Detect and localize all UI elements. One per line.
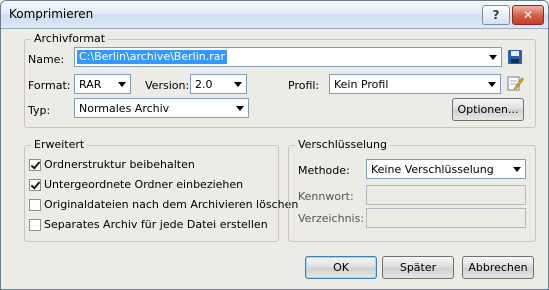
format-value: RAR (79, 78, 102, 91)
include-subfolders-checkbox[interactable] (29, 179, 41, 191)
directory-input[interactable] (366, 208, 526, 228)
close-button[interactable]: ✕ (512, 5, 544, 25)
edit-profile-icon[interactable] (506, 74, 524, 92)
delete-originals-checkbox[interactable] (29, 199, 41, 211)
keep-folder-structure-checkbox[interactable] (29, 159, 41, 171)
compress-dialog: Komprimieren ? ✕ Archivformat Name: C:\B… (0, 0, 549, 290)
encryption-method-select[interactable]: Keine Verschlüsselung (366, 159, 526, 179)
include-subfolders-label[interactable]: Untergeordnete Ordner einbeziehen (44, 178, 243, 191)
archive-name-combo[interactable]: C:\Berlin\archive\Berlin.rar (74, 47, 502, 67)
chevron-down-icon[interactable] (488, 82, 496, 87)
encryption-title: Verschlüsselung (295, 138, 390, 151)
chevron-down-icon[interactable] (513, 167, 521, 172)
ok-button[interactable]: OK (305, 256, 377, 279)
version-select[interactable]: 2.0 (190, 74, 247, 94)
version-value: 2.0 (195, 78, 213, 91)
archive-name-input[interactable]: C:\Berlin\archive\Berlin.rar (77, 50, 228, 64)
archive-format-title: Archivformat (31, 32, 109, 45)
format-label: Format: (28, 79, 71, 92)
profile-value: Kein Profil (334, 78, 389, 91)
profile-select[interactable]: Kein Profil (329, 74, 501, 94)
chevron-down-icon[interactable] (118, 82, 126, 87)
delete-originals-label[interactable]: Originaldateien nach dem Archivieren lös… (44, 198, 298, 211)
password-label: Kennwort: (298, 190, 354, 203)
help-button[interactable]: ? (482, 5, 510, 25)
keep-folder-structure-label[interactable]: Ordnerstruktur beibehalten (44, 158, 195, 171)
chevron-down-icon[interactable] (234, 82, 242, 87)
separate-archive-checkbox[interactable] (29, 219, 41, 231)
profile-label: Profil: (288, 79, 320, 92)
help-icon: ? (492, 8, 500, 22)
close-icon: ✕ (522, 8, 534, 22)
method-label: Methode: (298, 164, 350, 177)
separate-archive-label[interactable]: Separates Archiv für jede Datei erstelle… (44, 218, 268, 231)
chevron-down-icon[interactable] (236, 106, 244, 111)
window-title: Komprimieren (9, 7, 94, 21)
password-input[interactable] (366, 185, 526, 205)
encryption-method-value: Keine Verschlüsselung (371, 163, 494, 176)
options-button[interactable]: Optionen... (452, 98, 524, 121)
type-value: Normales Archiv (79, 102, 170, 115)
advanced-title: Erweitert (31, 138, 88, 151)
name-label: Name: (28, 53, 65, 66)
title-bar[interactable]: Komprimieren ? ✕ (1, 1, 548, 29)
type-label: Typ: (28, 104, 51, 117)
directory-label: Verzeichnis: (298, 212, 365, 225)
type-select[interactable]: Normales Archiv (74, 98, 249, 118)
floppy-disk-icon[interactable] (508, 50, 522, 64)
version-label: Version: (145, 79, 190, 92)
format-select[interactable]: RAR (74, 74, 131, 94)
cancel-button[interactable]: Abbrechen (462, 256, 534, 279)
later-button[interactable]: Später (382, 256, 454, 279)
chevron-down-icon[interactable] (489, 55, 497, 60)
